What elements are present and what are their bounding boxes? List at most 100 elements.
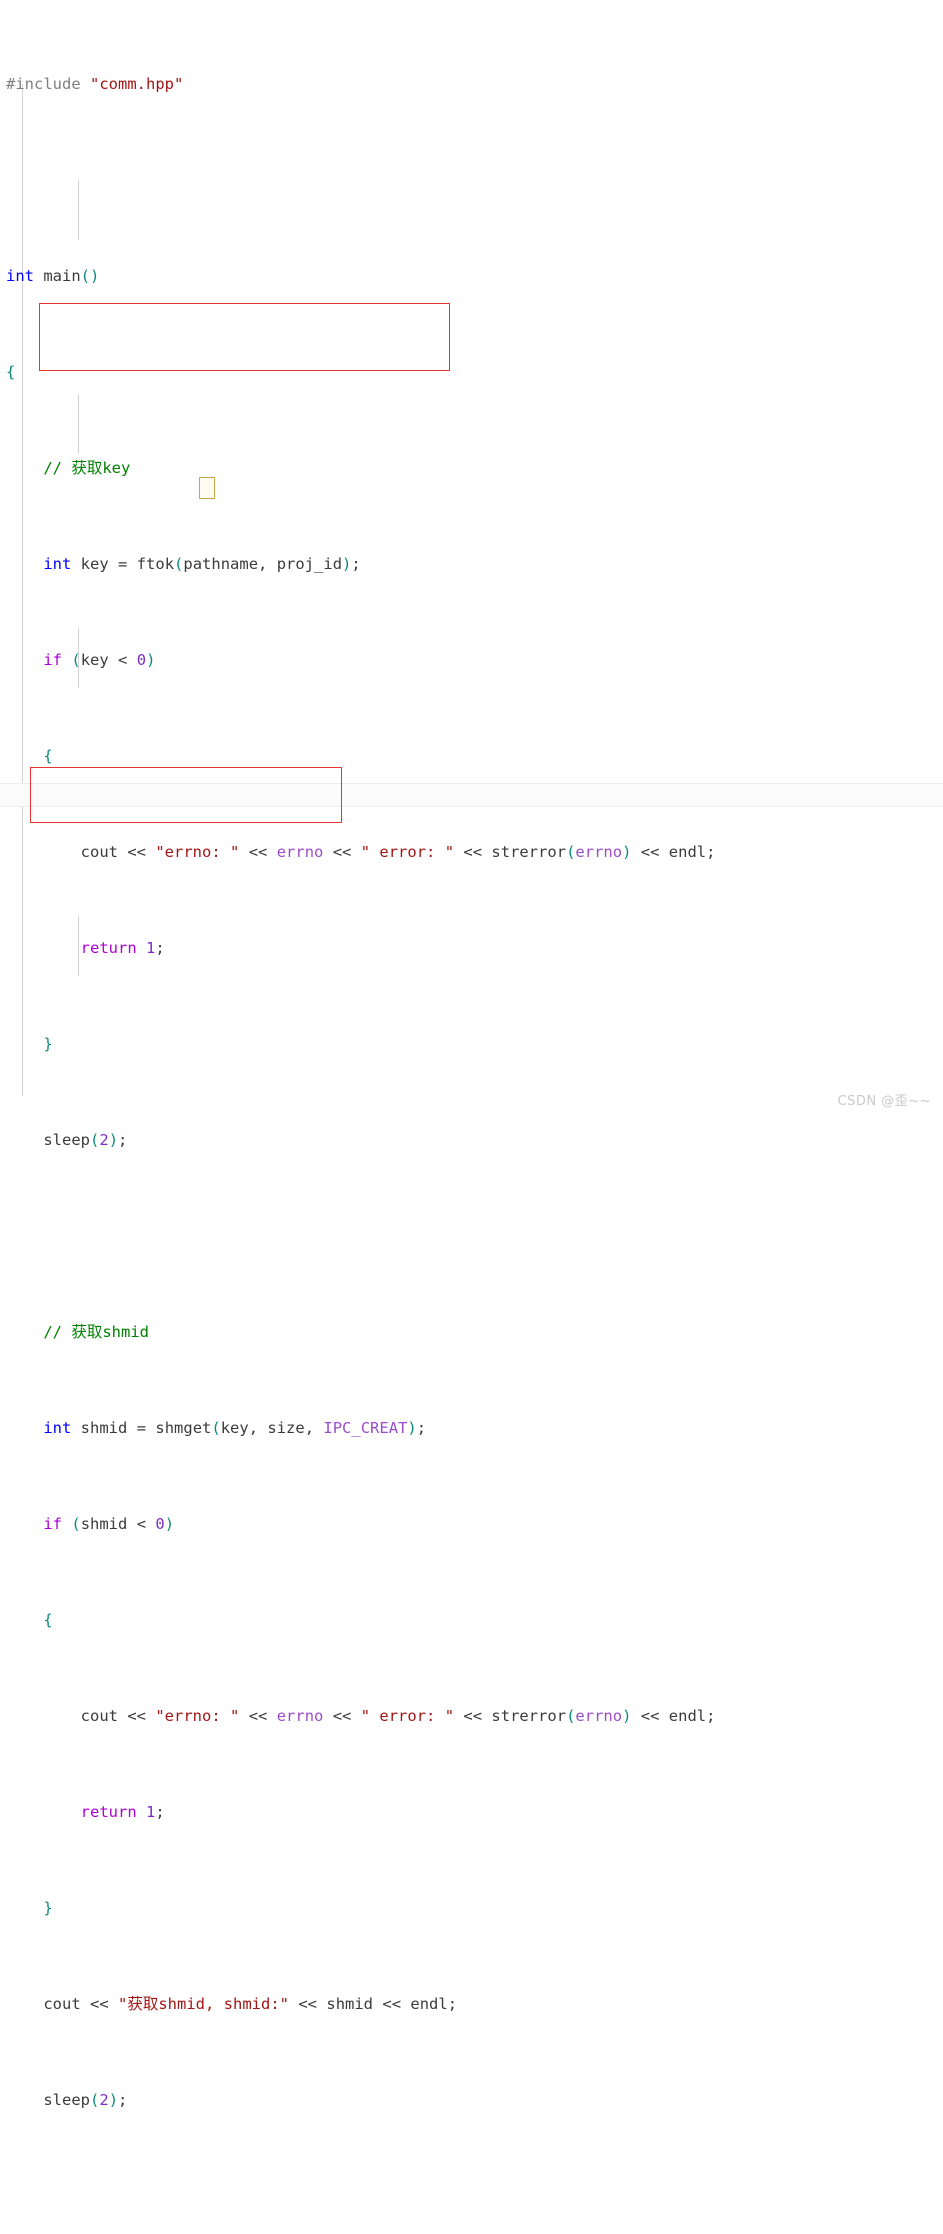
token-brace-open: {	[43, 1611, 53, 1629]
token-semi: ;	[706, 843, 716, 861]
token-id-endl: endl	[668, 1707, 707, 1725]
token-paren: )	[108, 2091, 119, 2109]
token-paren: )	[622, 1707, 632, 1725]
token-fn-sleep: sleep	[43, 1131, 90, 1149]
token-id-errno: errno	[575, 1707, 623, 1725]
token-str-error: " error: "	[360, 843, 455, 861]
token-op-assign: =	[118, 555, 128, 573]
token-id-key: key	[80, 651, 109, 669]
token-op-shift: <<	[382, 1995, 402, 2013]
token-semi: ;	[118, 2091, 128, 2109]
code-line[interactable]: int main()	[0, 264, 943, 288]
token-op-shift: <<	[127, 1707, 146, 1725]
token-id-errno: errno	[276, 843, 324, 861]
code-line[interactable]: #include "comm.hpp"	[0, 72, 943, 96]
token-num-2: 2	[99, 2091, 109, 2109]
token-id-shmid: shmid	[80, 1419, 128, 1437]
token-op-shift: <<	[248, 1707, 268, 1725]
token-str-errno: "errno: "	[155, 1707, 240, 1725]
token-num-1: 1	[146, 939, 156, 957]
token-comma: ,	[304, 1419, 324, 1437]
code-editor[interactable]: #include "comm.hpp" int main() { // 获取ke…	[0, 0, 943, 2109]
token-paren: )	[146, 651, 156, 669]
code-line[interactable]: int key = ftok(pathname, proj_id);	[0, 552, 943, 576]
token-op-shift: <<	[248, 843, 268, 861]
csdn-watermark: CSDN @歪~~	[837, 1094, 931, 1109]
token-paren: ()	[80, 267, 100, 285]
code-line[interactable]: return 1;	[0, 1800, 943, 1824]
token-paren: (	[90, 1131, 100, 1149]
token-paren: (	[71, 1515, 81, 1533]
token-id-shmid: shmid	[326, 1995, 374, 2013]
token-macro-ipc-creat: IPC_CREAT	[323, 1419, 408, 1437]
token-op-shift: <<	[463, 1707, 483, 1725]
token-keyword-if: if	[43, 1515, 62, 1533]
token-id-cout: cout	[80, 1707, 118, 1725]
code-line[interactable]: sleep(2);	[0, 2088, 943, 2112]
token-semi: ;	[447, 1995, 458, 2013]
token-brace-close: }	[43, 1035, 53, 1053]
token-paren: )	[342, 555, 352, 573]
token-id-proj-id: proj_id	[276, 555, 343, 573]
token-paren: (	[90, 2091, 100, 2109]
token-str-get-shmid: "获取shmid, shmid:"	[118, 1995, 289, 2013]
token-str-error: " error: "	[360, 1707, 455, 1725]
token-keyword-int: int	[43, 1419, 72, 1437]
token-id-endl: endl	[668, 843, 707, 861]
token-id-pathname: pathname	[183, 555, 259, 573]
code-line[interactable]: return 1;	[0, 936, 943, 960]
code-line[interactable]: }	[0, 1896, 943, 1920]
token-comma: ,	[258, 555, 277, 573]
token-op-assign: =	[136, 1419, 147, 1437]
code-line[interactable]: // 获取key	[0, 456, 943, 480]
token-fn-shmget: shmget	[155, 1419, 212, 1437]
token-keyword-return: return	[80, 939, 137, 957]
token-op-shift: <<	[298, 1995, 318, 2013]
code-line[interactable]: cout << "errno: " << errno << " error: "…	[0, 1704, 943, 1728]
token-comment-get-key: // 获取key	[43, 459, 131, 477]
code-line[interactable]: {	[0, 1608, 943, 1632]
code-line[interactable]: {	[0, 360, 943, 384]
token-semi: ;	[155, 1803, 165, 1821]
token-brace-open: {	[43, 747, 53, 765]
token-num-0: 0	[155, 1515, 165, 1533]
token-semi: ;	[155, 939, 165, 957]
token-paren: )	[164, 1515, 175, 1533]
token-num-0: 0	[136, 651, 147, 669]
token-paren: )	[108, 1131, 119, 1149]
code-line-blank[interactable]	[0, 2184, 943, 2208]
token-semi: ;	[351, 555, 361, 573]
code-line[interactable]: }	[0, 1032, 943, 1056]
code-line-blank[interactable]	[0, 1224, 943, 1248]
token-op-shift: <<	[332, 843, 352, 861]
token-preprocessor: #include	[6, 75, 81, 93]
code-line[interactable]: int shmid = shmget(key, size, IPC_CREAT)…	[0, 1416, 943, 1440]
token-id-errno: errno	[276, 1707, 324, 1725]
token-brace-open: {	[6, 363, 16, 381]
token-paren: )	[407, 1419, 417, 1437]
code-line[interactable]: cout << "errno: " << errno << " error: "…	[0, 840, 943, 864]
token-semi: ;	[118, 1131, 128, 1149]
token-paren: (	[211, 1419, 221, 1437]
code-line[interactable]: cout << "获取shmid, shmid:" << shmid << en…	[0, 1992, 943, 2016]
token-keyword-int: int	[6, 267, 34, 285]
code-line-blank[interactable]	[0, 168, 943, 192]
token-id-errno: errno	[575, 843, 623, 861]
token-id-shmid: shmid	[80, 1515, 128, 1533]
token-fn-sleep: sleep	[43, 2091, 90, 2109]
token-op-lt: <	[118, 651, 128, 669]
code-line[interactable]: sleep(2);	[0, 1128, 943, 1152]
token-num-1: 1	[146, 1803, 156, 1821]
token-id-size: size	[267, 1419, 305, 1437]
token-op-shift: <<	[463, 843, 483, 861]
token-str-errno: "errno: "	[155, 843, 240, 861]
code-line[interactable]: // 获取shmid	[0, 1320, 943, 1344]
code-line[interactable]: if (shmid < 0)	[0, 1512, 943, 1536]
code-line[interactable]: {	[0, 744, 943, 768]
token-op-shift: <<	[640, 1707, 660, 1725]
token-paren: (	[174, 555, 184, 573]
token-brace-close: }	[43, 1899, 53, 1917]
code-line[interactable]: if (key < 0)	[0, 648, 943, 672]
token-id-endl: endl	[410, 1995, 448, 2013]
code-content[interactable]: #include "comm.hpp" int main() { // 获取ke…	[0, 0, 943, 2234]
